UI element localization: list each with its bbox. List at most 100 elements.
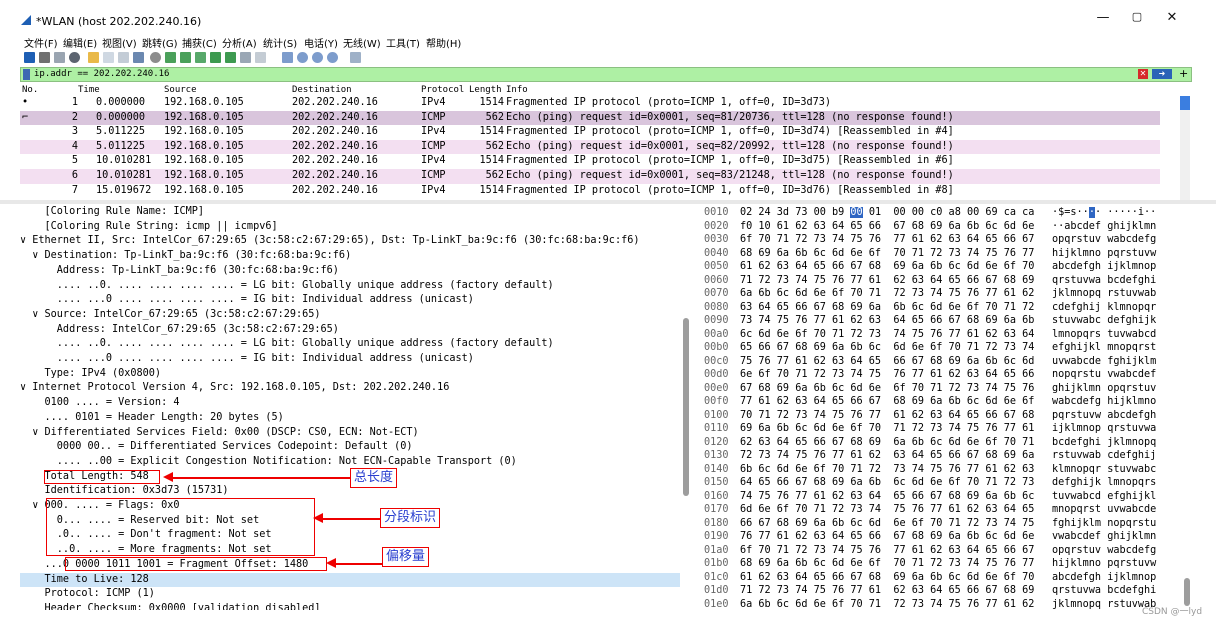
packet-row[interactable]: ⌐ 2 0.000000 192.168.0.105 202.202.240.16 ICM… — [20, 110, 1160, 126]
detail-tree-item[interactable]: Address: IntelCor_67:29:65 (3c:58:c2:67:… — [20, 323, 680, 338]
byte-ascii[interactable]: tuvwabcd efghijkl — [1052, 490, 1156, 504]
packet-row[interactable]: 3 5.011225 192.168.0.105 202.202.240.16 IPv4… — [20, 125, 1160, 140]
byte-hex[interactable]: 6a 6b 6c 6d 6e 6f 70 71 72 73 74 75 76 7… — [740, 598, 1034, 611]
detail-tree-item[interactable]: Header Checksum: 0x0000 [validation disa… — [20, 602, 680, 610]
byte-hex[interactable]: 6b 6c 6d 6e 6f 70 71 72 73 74 75 76 77 6… — [740, 463, 1034, 477]
byte-hex[interactable]: 67 68 69 6a 6b 6c 6d 6e 6f 70 71 72 73 7… — [740, 382, 1034, 396]
detail-tree-item[interactable]: .... 0101 = Header Length: 20 bytes (5) — [20, 411, 680, 426]
byte-ascii[interactable]: bcdefghi jklmnopq — [1052, 436, 1156, 450]
byte-ascii[interactable]: cdefghij klmnopqr — [1052, 301, 1156, 315]
minimize-button[interactable]: — — [1093, 10, 1113, 25]
col-header-info[interactable]: Info — [506, 85, 528, 95]
go-forward-icon[interactable] — [180, 52, 191, 63]
menu-view[interactable]: 视图(V) — [102, 35, 137, 50]
byte-hex[interactable]: 63 64 65 66 67 68 69 6a 6b 6c 6d 6e 6f 7… — [740, 301, 1034, 315]
packet-list-scroll-thumb[interactable] — [1180, 96, 1190, 110]
byte-ascii[interactable]: hijklmno pqrstuvw — [1052, 557, 1156, 571]
byte-ascii[interactable]: hijklmno pqrstuvw — [1052, 247, 1156, 261]
byte-hex[interactable]: 71 72 73 74 75 76 77 61 62 63 64 65 66 6… — [740, 274, 1034, 288]
normal-size-icon[interactable] — [312, 52, 323, 63]
menu-file[interactable]: 文件(F) — [24, 35, 58, 50]
resize-columns-icon[interactable] — [350, 52, 361, 63]
zoom-reset-icon[interactable] — [327, 52, 338, 63]
packet-list-scrollbar[interactable] — [1180, 96, 1190, 200]
byte-ascii[interactable]: stuvwabc defghijk — [1052, 314, 1156, 328]
byte-hex[interactable]: 65 66 67 68 69 6a 6b 6c 6d 6e 6f 70 71 7… — [740, 341, 1034, 355]
go-to-packet-icon[interactable] — [195, 52, 206, 63]
byte-hex[interactable]: 69 6a 6b 6c 6d 6e 6f 70 71 72 73 74 75 7… — [740, 422, 1034, 436]
byte-hex[interactable]: 6f 70 71 72 73 74 75 76 77 61 62 63 64 6… — [740, 233, 1034, 247]
byte-ascii[interactable]: ··abcdef ghijklmn — [1052, 220, 1156, 234]
byte-hex[interactable]: 66 67 68 69 6a 6b 6c 6d 6e 6f 70 71 72 7… — [740, 517, 1034, 531]
byte-ascii[interactable]: rstuvwab cdefghij — [1052, 449, 1156, 463]
close-button[interactable]: ✕ — [1162, 10, 1182, 25]
col-header-source[interactable]: Source — [164, 85, 197, 95]
byte-hex[interactable]: 76 77 61 62 63 64 65 66 67 68 69 6a 6b 6… — [740, 530, 1034, 544]
display-filter-bar[interactable]: ip.addr == 202.202.240.16 ✕ ➜ + — [20, 67, 1192, 82]
detail-tree-item[interactable]: 0100 .... = Version: 4 — [20, 396, 680, 411]
byte-hex[interactable]: 68 69 6a 6b 6c 6d 6e 6f 70 71 72 73 74 7… — [740, 247, 1034, 261]
byte-hex[interactable]: 6d 6e 6f 70 71 72 73 74 75 76 77 61 62 6… — [740, 503, 1034, 517]
detail-tree-item[interactable]: ∨ Destination: Tp-LinkT_ba:9c:f6 (30:fc:… — [20, 249, 680, 264]
detail-tree-item[interactable]: [Coloring Rule String: icmp || icmpv6] — [20, 220, 680, 235]
detail-tree-item[interactable]: Type: IPv4 (0x0800) — [20, 367, 680, 382]
byte-ascii[interactable]: opqrstuv wabcdefg — [1052, 233, 1156, 247]
byte-ascii[interactable]: qrstuvwa bcdefghi — [1052, 274, 1156, 288]
byte-ascii[interactable]: klmnopqr stuvwabc — [1052, 463, 1156, 477]
byte-hex[interactable]: 71 72 73 74 75 76 77 61 62 63 64 65 66 6… — [740, 584, 1034, 598]
byte-ascii[interactable]: abcdefgh ijklmnop — [1052, 260, 1156, 274]
col-header-no[interactable]: No. — [22, 85, 38, 95]
byte-ascii[interactable]: lmnopqrs tuvwabcd — [1052, 328, 1156, 342]
menu-statistics[interactable]: 统计(S) — [263, 35, 297, 50]
byte-ascii[interactable]: qrstuvwa bcdefghi — [1052, 584, 1156, 598]
capture-options-icon[interactable] — [69, 52, 80, 63]
autoscroll-icon[interactable] — [240, 52, 251, 63]
byte-ascii[interactable]: ghijklmn opqrstuv — [1052, 382, 1156, 396]
detail-tree-item[interactable]: .... ..0. .... .... .... .... = LG bit: … — [20, 279, 680, 294]
zoom-in-icon[interactable] — [282, 52, 293, 63]
byte-hex[interactable]: 6e 6f 70 71 72 73 74 75 76 77 61 62 63 6… — [740, 368, 1034, 382]
filter-bookmark-icon[interactable] — [23, 69, 30, 80]
byte-hex[interactable]: 61 62 63 64 65 66 67 68 69 6a 6b 6c 6d 6… — [740, 260, 1034, 274]
byte-hex[interactable]: 6c 6d 6e 6f 70 71 72 73 74 75 76 77 61 6… — [740, 328, 1034, 342]
detail-tree-item[interactable]: ∨ Ethernet II, Src: IntelCor_67:29:65 (3… — [20, 234, 680, 249]
apply-filter-icon[interactable]: ➜ — [1152, 69, 1172, 79]
byte-hex[interactable]: 73 74 75 76 77 61 62 63 64 65 66 67 68 6… — [740, 314, 1034, 328]
byte-hex[interactable]: 6f 70 71 72 73 74 75 76 77 61 62 63 64 6… — [740, 544, 1034, 558]
col-header-protocol[interactable]: Protocol — [421, 85, 464, 95]
byte-ascii[interactable]: wabcdefg hijklmno — [1052, 395, 1156, 409]
byte-hex[interactable]: 61 62 63 64 65 66 67 68 69 6a 6b 6c 6d 6… — [740, 571, 1034, 585]
detail-tree-item[interactable]: .... ...0 .... .... .... .... = IG bit: … — [20, 352, 680, 367]
go-back-icon[interactable] — [165, 52, 176, 63]
byte-hex[interactable]: 64 65 66 67 68 69 6a 6b 6c 6d 6e 6f 70 7… — [740, 476, 1034, 490]
detail-tree-item[interactable]: [Coloring Rule Name: ICMP] — [20, 205, 680, 220]
open-file-icon[interactable] — [88, 52, 99, 63]
col-header-destination[interactable]: Destination — [292, 85, 352, 95]
packet-row[interactable]: 6 10.010281 192.168.0.105 202.202.240.16 ICM… — [20, 169, 1160, 184]
detail-tree-item[interactable]: .... ..0. .... .... .... .... = LG bit: … — [20, 337, 680, 352]
byte-hex[interactable]: 6a 6b 6c 6d 6e 6f 70 71 72 73 74 75 76 7… — [740, 287, 1034, 301]
byte-ascii[interactable]: mnopqrst uvwabcde — [1052, 503, 1156, 517]
byte-ascii[interactable]: jklmnopq rstuvwab — [1052, 287, 1156, 301]
display-filter-input[interactable]: ip.addr == 202.202.240.16 — [34, 68, 169, 81]
detail-tree-item[interactable]: Protocol: ICMP (1) — [20, 587, 680, 602]
menu-analyze[interactable]: 分析(A) — [222, 35, 257, 50]
maximize-button[interactable]: ▢ — [1127, 10, 1147, 23]
byte-hex[interactable]: 62 63 64 65 66 67 68 69 6a 6b 6c 6d 6e 6… — [740, 436, 1034, 450]
detail-tree-item[interactable]: 0000 00.. = Differentiated Services Code… — [20, 440, 680, 455]
zoom-out-icon[interactable] — [297, 52, 308, 63]
bytes-scrollbar[interactable] — [1184, 578, 1190, 606]
menu-telephony[interactable]: 电话(Y) — [304, 35, 338, 50]
menu-wireless[interactable]: 无线(W) — [343, 35, 381, 50]
byte-hex[interactable]: 72 73 74 75 76 77 61 62 63 64 65 66 67 6… — [740, 449, 1034, 463]
byte-ascii[interactable]: ijklmnop qrstuvwa — [1052, 422, 1156, 436]
packet-row[interactable]: 7 15.019672 192.168.0.105 202.202.240.16 IPv… — [20, 183, 1160, 199]
menu-tools[interactable]: 工具(T) — [386, 35, 420, 50]
add-filter-button[interactable]: + — [1179, 67, 1188, 80]
byte-hex[interactable]: 77 61 62 63 64 65 66 67 68 69 6a 6b 6c 6… — [740, 395, 1034, 409]
col-header-time[interactable]: Time — [78, 85, 100, 95]
menu-go[interactable]: 跳转(G) — [142, 35, 178, 50]
byte-hex[interactable]: 02 24 3d 73 00 b9 00 01 00 00 c0 a8 00 6… — [740, 206, 1034, 220]
packet-row[interactable]: 4 5.011225 192.168.0.105 202.202.240.16 ICMP… — [20, 139, 1160, 155]
last-packet-icon[interactable] — [225, 52, 236, 63]
